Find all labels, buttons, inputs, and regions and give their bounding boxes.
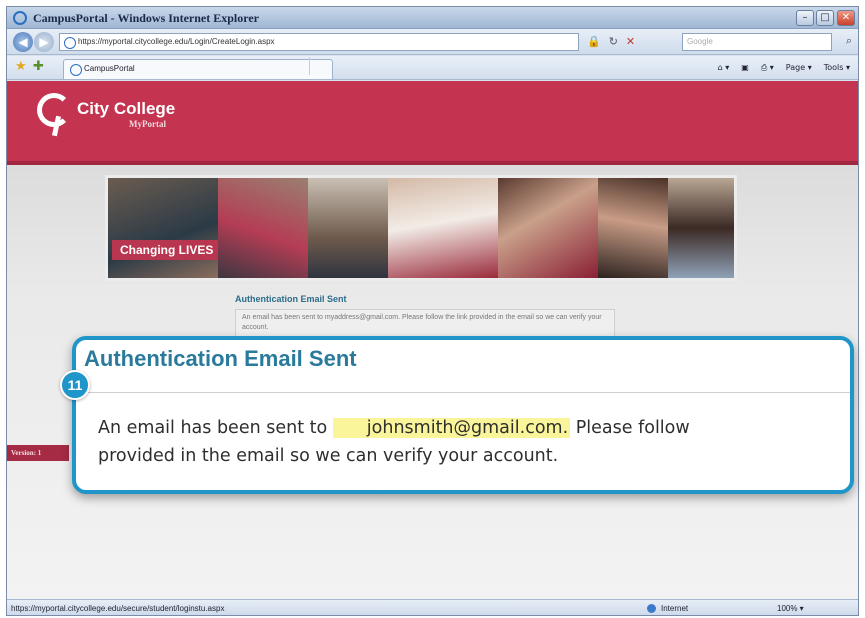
- page-menu[interactable]: Page ▾: [786, 61, 812, 75]
- callout-line2: provided in the email so we can verify y…: [98, 446, 559, 466]
- maximize-button[interactable]: □: [816, 10, 834, 26]
- home-button[interactable]: ⌂ ▾: [718, 61, 730, 75]
- banner-photo: [218, 178, 308, 278]
- new-tab-button[interactable]: [309, 57, 331, 75]
- step-number-badge: 11: [60, 370, 90, 400]
- page-heading: Authentication Email Sent: [235, 294, 347, 304]
- page-message: An email has been sent to myaddress@gmai…: [235, 309, 615, 339]
- window-title: CampusPortal - Windows Internet Explorer: [33, 11, 260, 25]
- security-zone: Internet: [647, 600, 688, 615]
- callout-line1-suffix: Please follow: [575, 418, 690, 438]
- print-button[interactable]: ⎙ ▾: [761, 61, 774, 75]
- callout-divider: [76, 392, 850, 393]
- tab-campusportal[interactable]: CampusPortal: [63, 59, 333, 79]
- college-name: City College: [77, 99, 176, 118]
- favorites-star-icon[interactable]: ★: [15, 59, 27, 74]
- minimize-button[interactable]: –: [796, 10, 814, 26]
- zoom-callout: Authentication Email Sent An email has b…: [72, 336, 854, 494]
- navigation-bar: ◀ ▶ https://myportal.citycollege.edu/Log…: [7, 29, 858, 55]
- tab-bar: ★ ✚ CampusPortal ⌂ ▾ ▣ ⎙ ▾ Page ▾ Tools …: [7, 56, 858, 80]
- callout-title: Authentication Email Sent: [84, 346, 357, 371]
- banner-photo: [598, 178, 668, 278]
- banner-tagline: Changing LIVES: [112, 240, 222, 260]
- banner-photo: [668, 178, 734, 278]
- status-bar: https://myportal.citycollege.edu/secure/…: [7, 599, 858, 615]
- banner-photo: [308, 178, 388, 278]
- browser-window: CampusPortal - Windows Internet Explorer…: [6, 6, 859, 616]
- back-button[interactable]: ◀: [13, 32, 33, 52]
- banner-photo: [388, 178, 498, 278]
- status-url: https://myportal.citycollege.edu/secure/…: [11, 604, 225, 613]
- refresh-icon[interactable]: ↻: [609, 33, 618, 51]
- callout-message: An email has been sent to johnsmith@gmai…: [98, 414, 690, 470]
- command-bar: ⌂ ▾ ▣ ⎙ ▾ Page ▾ Tools ▾: [718, 61, 850, 75]
- feeds-button[interactable]: ▣: [741, 61, 749, 75]
- address-bar[interactable]: https://myportal.citycollege.edu/Login/C…: [59, 33, 579, 51]
- address-actions: 🔒 ↻ ✕: [587, 33, 635, 51]
- tools-menu[interactable]: Tools ▾: [824, 61, 850, 75]
- college-header: City College MyPortal: [7, 81, 858, 165]
- ie-logo-icon: [13, 11, 27, 25]
- stop-icon[interactable]: ✕: [626, 33, 635, 51]
- college-logo-icon: [37, 93, 71, 127]
- forward-button[interactable]: ▶: [34, 32, 54, 52]
- search-input[interactable]: Google: [682, 33, 832, 51]
- zoom-level[interactable]: 100% ▾: [777, 600, 804, 615]
- close-button[interactable]: ✕: [837, 10, 855, 26]
- banner-photo: Changing LIVES: [108, 178, 222, 278]
- version-label: Version: 1: [7, 445, 69, 461]
- callout-line1-prefix: An email has been sent to: [98, 418, 328, 438]
- highlighted-email: johnsmith@gmail.com.: [332, 418, 571, 438]
- portal-name: MyPortal: [129, 119, 166, 129]
- lock-icon[interactable]: 🔒: [587, 33, 601, 51]
- search-icon[interactable]: ⌕: [846, 34, 852, 48]
- photo-banner: Changing LIVES: [105, 175, 737, 281]
- add-favorite-icon[interactable]: ✚: [33, 59, 44, 74]
- banner-photo: [498, 178, 598, 278]
- title-bar: CampusPortal - Windows Internet Explorer…: [7, 7, 858, 29]
